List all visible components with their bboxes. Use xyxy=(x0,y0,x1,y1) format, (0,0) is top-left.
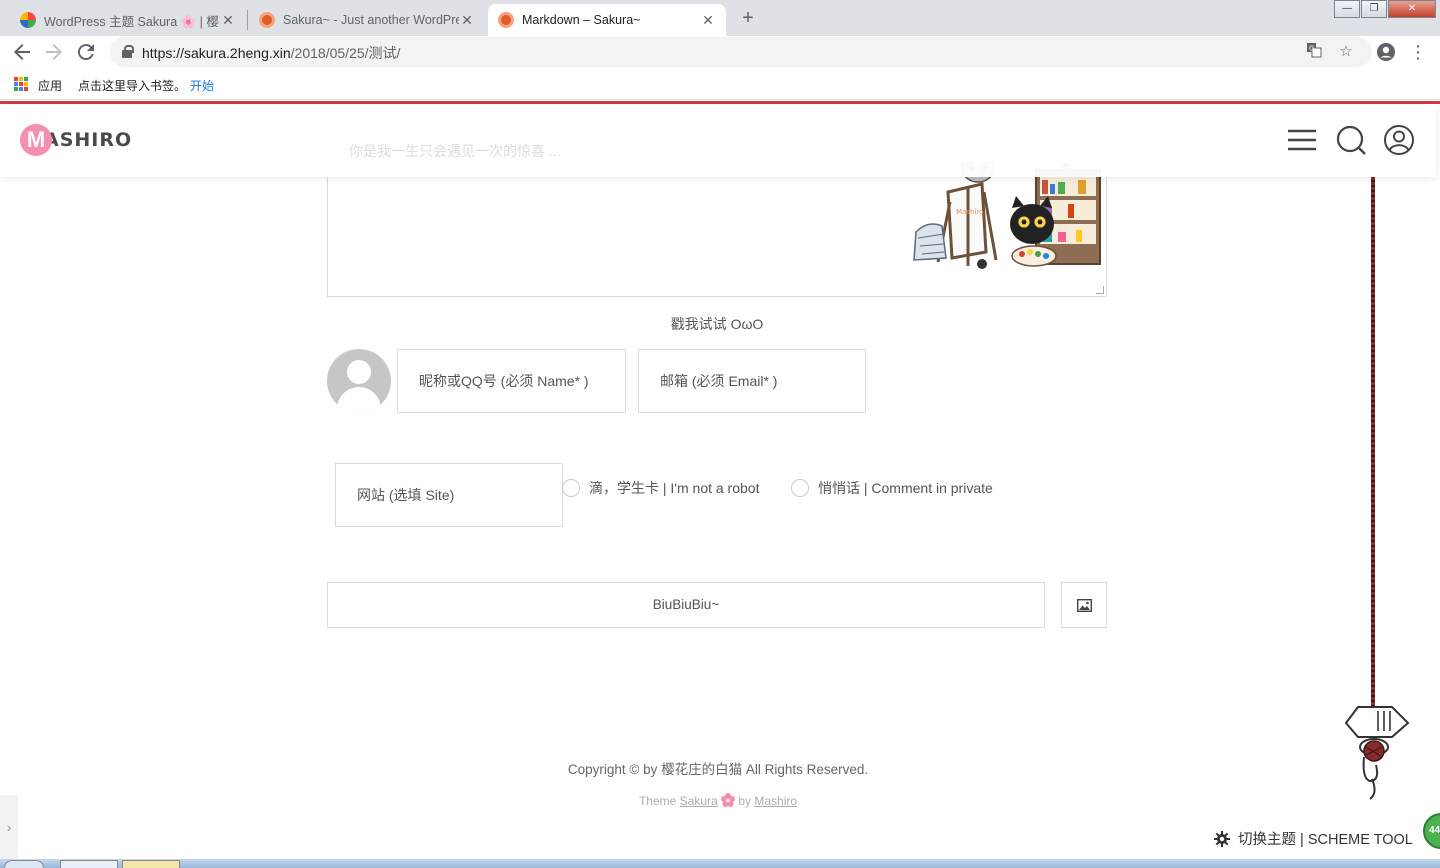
close-window-button[interactable]: ✕ xyxy=(1388,0,1436,18)
sakura-flower-icon xyxy=(721,793,736,807)
tab-close-icon[interactable]: ✕ xyxy=(220,12,236,29)
site-header: M ASHIRO xyxy=(0,104,1436,177)
apps-grid-icon[interactable] xyxy=(14,77,28,91)
insert-image-button[interactable] xyxy=(1061,582,1107,628)
ubuntu-favicon-icon xyxy=(498,12,514,28)
theme-sakura-link[interactable]: Sakura xyxy=(680,794,718,808)
user-account-icon[interactable] xyxy=(1383,124,1415,156)
logo-badge: M xyxy=(20,124,52,156)
robot-radio[interactable] xyxy=(562,479,580,497)
lock-icon[interactable] xyxy=(122,45,134,58)
author-mashiro-link[interactable]: Mashiro xyxy=(754,794,797,808)
start-link[interactable]: 开始 xyxy=(190,77,214,94)
taskbar-app-icon[interactable] xyxy=(122,860,180,868)
translate-icon[interactable]: G xyxy=(1304,42,1324,62)
footer-theme-credit: Theme Sakura by Mashiro xyxy=(638,793,798,808)
tab-separator xyxy=(247,10,248,30)
tab-wordpress-sakura[interactable]: WordPress 主题 Sakura 🌸 | 樱花 ✕ xyxy=(10,4,246,36)
hanging-rope xyxy=(1371,177,1375,717)
os-taskbar xyxy=(0,859,1440,868)
hamburger-menu-icon[interactable] xyxy=(1286,124,1318,156)
tab-sakura-home[interactable]: Sakura~ - Just another WordPress ✕ xyxy=(249,4,485,36)
hanging-cat-scroll-top-icon[interactable] xyxy=(1336,699,1412,803)
url-text: https://sakura.2heng.xin/2018/05/25/测试/ xyxy=(142,45,401,61)
submit-comment-button[interactable]: BiuBiuBiu~ xyxy=(327,582,1045,628)
browser-toolbar: https://sakura.2heng.xin/2018/05/25/测试/ … xyxy=(0,36,1440,68)
comment-textarea[interactable]: Mashiro xyxy=(327,153,1107,297)
new-tab-button[interactable]: + xyxy=(734,6,762,32)
default-avatar xyxy=(327,349,391,413)
footer-copyright: Copyright © by 樱花庄的白猫 All Rights Reserve… xyxy=(567,762,869,777)
start-orb-icon[interactable] xyxy=(4,860,44,868)
menu-dots-icon[interactable]: ⋮ xyxy=(1406,40,1430,64)
reload-icon[interactable] xyxy=(74,40,98,64)
robot-check-label: 滴，学生卡 | I'm not a robot xyxy=(589,480,760,496)
bookmarks-bar: 应用 点击这里导入书签。 开始 xyxy=(0,68,1440,100)
avatar-head xyxy=(347,360,371,384)
tab-title: WordPress 主题 Sakura 🌸 | 樱花 xyxy=(44,14,220,29)
address-bar[interactable]: https://sakura.2heng.xin/2018/05/25/测试/ … xyxy=(110,37,1372,67)
tab-close-icon[interactable]: ✕ xyxy=(459,12,475,29)
cats-painting-illustration: Mashiro xyxy=(908,153,1104,274)
ubuntu-favicon-icon xyxy=(259,12,275,28)
tab-close-icon[interactable]: ✕ xyxy=(700,12,716,29)
forward-icon[interactable] xyxy=(42,40,66,64)
taskbar-chrome-icon[interactable] xyxy=(60,860,118,868)
email-input[interactable]: 邮箱 (必须 Email* ) xyxy=(638,349,866,413)
textarea-resize-handle[interactable] xyxy=(1096,286,1104,294)
scheme-tool-label: 切换主题 | SCHEME TOOL xyxy=(1238,832,1413,848)
private-check-label: 悄悄话 | Comment in private xyxy=(818,480,993,496)
apps-link[interactable]: 应用 xyxy=(38,77,62,94)
wordpress-favicon-icon xyxy=(20,12,36,28)
import-bookmarks-text: 点击这里导入书签。 xyxy=(78,79,187,93)
gear-icon xyxy=(1214,830,1230,847)
tab-title: Markdown – Sakura~ xyxy=(522,13,641,27)
star-icon[interactable]: ☆ xyxy=(1336,42,1356,62)
scheme-tool-button[interactable]: 切换主题 | SCHEME TOOL xyxy=(1214,828,1413,849)
svg-text:Mashiro: Mashiro xyxy=(956,208,983,216)
tab-markdown-active[interactable]: Markdown – Sakura~ ✕ xyxy=(488,4,726,36)
search-icon[interactable] xyxy=(1335,124,1367,156)
name-input[interactable]: 昵称或QQ号 (必须 Name* ) xyxy=(397,349,626,413)
back-icon[interactable] xyxy=(10,40,34,64)
site-logo[interactable]: M ASHIRO xyxy=(20,122,132,158)
logo-text: ASHIRO xyxy=(44,129,133,151)
image-icon xyxy=(1077,599,1092,612)
account-icon[interactable] xyxy=(1374,40,1398,64)
avatar-body xyxy=(337,387,381,413)
maximize-button[interactable]: ❐ xyxy=(1361,0,1387,18)
svg-text:G: G xyxy=(1309,45,1314,53)
left-side-drawer-toggle[interactable]: › xyxy=(0,795,18,859)
site-input[interactable]: 网站 (选填 Site) xyxy=(335,463,563,527)
robot-check[interactable]: 滴，学生卡 | I'm not a robot xyxy=(562,478,759,498)
tab-title: Sakura~ - Just another WordPress xyxy=(283,13,459,27)
minimize-button[interactable]: — xyxy=(1334,0,1360,18)
comment-placeholder: 你是我一生只会遇见一次的惊喜 ... xyxy=(349,143,561,159)
browser-tab-strip: WordPress 主题 Sakura 🌸 | 樱花 ✕ Sakura~ - J… xyxy=(0,0,1440,36)
emote-trigger[interactable]: 戳我试试 OωO xyxy=(327,314,1107,334)
web-page: M ASHIRO 你是我一生只会遇见一次的惊喜 ... Mashiro 戳我试试… xyxy=(0,101,1440,868)
notification-badge[interactable]: 44 xyxy=(1423,813,1440,849)
private-radio[interactable] xyxy=(791,479,809,497)
private-comment-check[interactable]: 悄悄话 | Comment in private xyxy=(791,478,993,498)
